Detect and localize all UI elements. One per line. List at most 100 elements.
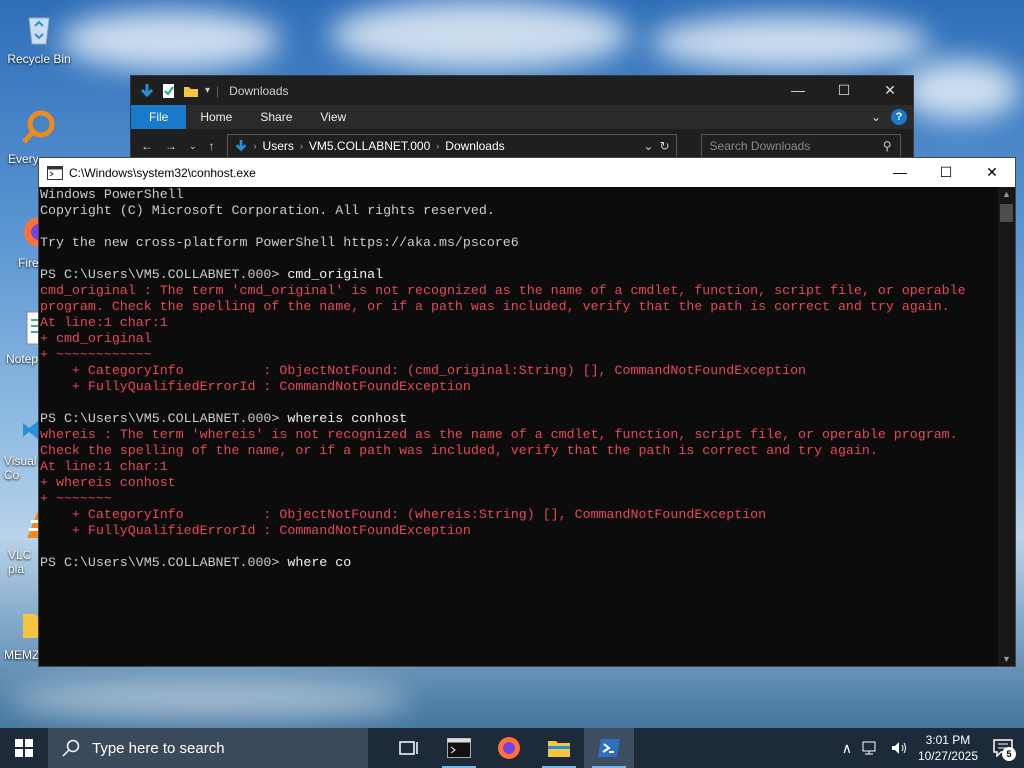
cloud	[900, 60, 1020, 120]
address-dropdown-icon[interactable]: ⌄	[643, 139, 653, 153]
console-error-line: + ~~~~~~~	[40, 491, 1015, 507]
tab-home[interactable]: Home	[186, 105, 246, 129]
ribbon-tabs: File Home Share View ⌄ ?	[131, 105, 913, 129]
console-output[interactable]: Windows PowerShell Copyright (C) Microsof…	[39, 187, 1015, 666]
expand-ribbon-chevron-icon[interactable]: ⌄	[871, 110, 881, 124]
console-line-text: + FullyQualifiedErrorId : CommandNotFoun…	[40, 379, 471, 394]
recent-locations-chevron-icon[interactable]: ⌄	[189, 141, 197, 152]
cloud	[650, 15, 930, 70]
taskbar-app-powershell[interactable]	[584, 728, 634, 768]
console-error-line: cmd_original : The term 'cmd_original' i…	[40, 283, 1015, 299]
breadcrumb-downloads[interactable]: Downloads	[445, 139, 504, 153]
desktop-icon-label: Recycle Bin	[7, 52, 71, 66]
tab-file[interactable]: File	[131, 105, 187, 129]
everything-search-icon	[22, 110, 55, 144]
console-line-text: PS C:\Users\VM5.COLLABNET.000>	[40, 267, 288, 282]
network-icon[interactable]	[862, 740, 880, 756]
console-line-text: + ~~~~~~~	[40, 491, 112, 506]
task-view-button[interactable]	[384, 728, 434, 768]
cloud	[330, 0, 630, 70]
scrollbar-thumb[interactable]	[1000, 204, 1013, 222]
console-prompt-line: PS C:\Users\VM5.COLLABNET.000> where co	[40, 555, 1015, 571]
download-arrow-icon	[140, 83, 154, 97]
console-scrollbar[interactable]: ▲ ▼	[998, 187, 1015, 666]
scroll-up-icon[interactable]: ▲	[998, 189, 1015, 199]
console-command: cmd_original	[287, 267, 384, 282]
search-icon	[62, 739, 80, 757]
console-line-text: + cmd_original	[40, 331, 152, 346]
terminal-icon	[447, 738, 471, 758]
minimize-button[interactable]: —	[775, 82, 821, 99]
console-line-text: + CategoryInfo : ObjectNotFound: (cmd_or…	[40, 363, 807, 378]
taskbar-search-box[interactable]: Type here to search	[48, 728, 368, 768]
close-button[interactable]: ✕	[969, 164, 1015, 181]
show-hidden-icons-chevron-icon[interactable]: ∧	[842, 740, 852, 757]
start-button[interactable]	[0, 728, 48, 768]
tab-share[interactable]: Share	[246, 105, 306, 129]
breadcrumb-separator-icon[interactable]: ›	[254, 141, 257, 151]
back-arrow-icon[interactable]: ←	[141, 139, 153, 153]
console-error-line: whereis : The term 'whereis' is not reco…	[40, 427, 1015, 443]
conhost-window[interactable]: C:\Windows\system32\conhost.exe — ☐ ✕ Wi…	[38, 157, 1016, 667]
console-error-line: At line:1 char:1	[40, 459, 1015, 475]
console-line-text: Copyright (C) Microsoft Corporation. All…	[40, 203, 495, 218]
desktop-icon-label: VLC pla	[8, 548, 32, 576]
console-error-line: + whereis conhost	[40, 475, 1015, 491]
console-line-text: program. Check the spelling of the name,…	[40, 299, 950, 314]
console-line-text: + FullyQualifiedErrorId : CommandNotFoun…	[40, 523, 471, 538]
action-center-button[interactable]: 5	[988, 733, 1018, 763]
powershell-icon	[598, 739, 620, 757]
console-error-line: + CategoryInfo : ObjectNotFound: (cmd_or…	[40, 363, 1015, 379]
explorer-title-bar[interactable]: ▾ | Downloads — ☐ ✕	[131, 76, 913, 105]
console-error-line: + CategoryInfo : ObjectNotFound: (wherei…	[40, 507, 1015, 523]
help-icon[interactable]: ?	[891, 109, 907, 125]
notification-count-badge: 5	[1002, 747, 1016, 761]
console-error-line: At line:1 char:1	[40, 315, 1015, 331]
taskbar-app-firefox[interactable]	[484, 728, 534, 768]
breadcrumb-separator-icon[interactable]: ›	[436, 141, 439, 151]
breadcrumb-separator-icon[interactable]: ›	[300, 141, 303, 151]
properties-icon[interactable]	[161, 83, 177, 99]
file-explorer-window[interactable]: ▾ | Downloads — ☐ ✕ File Home Share View…	[130, 75, 914, 165]
volume-icon[interactable]	[890, 740, 908, 756]
console-line: Try the new cross-platform PowerShell ht…	[40, 235, 1015, 251]
explorer-title: Downloads	[229, 83, 289, 98]
console-title-bar[interactable]: C:\Windows\system32\conhost.exe — ☐ ✕	[39, 158, 1015, 187]
task-view-icon	[399, 741, 418, 755]
search-icon: ⚲	[882, 139, 892, 153]
console-line-text: + ~~~~~~~~~~~~	[40, 347, 152, 362]
forward-arrow-icon[interactable]: →	[165, 139, 177, 153]
recycle-bin-icon	[28, 17, 50, 45]
desktop-icon-label: Visual Co	[4, 454, 37, 482]
firefox-icon	[498, 737, 520, 759]
new-folder-icon[interactable]	[183, 83, 199, 99]
console-text: Windows PowerShell Copyright (C) Microsof…	[39, 187, 1015, 571]
close-button[interactable]: ✕	[867, 82, 913, 99]
scroll-down-icon[interactable]: ▼	[998, 654, 1015, 664]
taskbar-app-file-explorer[interactable]	[534, 728, 584, 768]
search-downloads-input[interactable]: Search Downloads ⚲	[700, 134, 901, 158]
console-line-text: Windows PowerShell	[40, 187, 184, 202]
maximize-button[interactable]: ☐	[821, 82, 867, 99]
address-bar[interactable]: › Users › VM5.COLLABNET.000 › Downloads …	[226, 134, 677, 158]
breadcrumb-users[interactable]: Users	[263, 139, 294, 153]
taskbar-app-terminal[interactable]	[434, 728, 484, 768]
minimize-button[interactable]: —	[877, 164, 923, 181]
quick-access-dropdown-icon[interactable]: ▾	[205, 85, 210, 96]
console-line-text: Check the spelling of the name, or if a …	[40, 443, 878, 458]
breadcrumb-vm5[interactable]: VM5.COLLABNET.000	[309, 139, 430, 153]
console-line-text: cmd_original : The term 'cmd_original' i…	[40, 283, 966, 298]
console-line-text: Try the new cross-platform PowerShell ht…	[40, 235, 519, 250]
console-app-icon	[47, 165, 63, 180]
tab-view[interactable]: View	[306, 105, 360, 129]
up-arrow-icon[interactable]: ↑	[209, 139, 215, 153]
refresh-icon[interactable]: ↻	[659, 139, 669, 153]
title-separator: |	[216, 83, 220, 98]
console-line: Windows PowerShell	[40, 187, 1015, 203]
desktop-icon-recycle-bin[interactable]: Recycle Bin	[0, 8, 78, 66]
maximize-button[interactable]: ☐	[923, 164, 969, 181]
file-explorer-icon	[548, 741, 570, 757]
taskbar-clock[interactable]: 3:01 PM 10/27/2025	[918, 732, 978, 764]
